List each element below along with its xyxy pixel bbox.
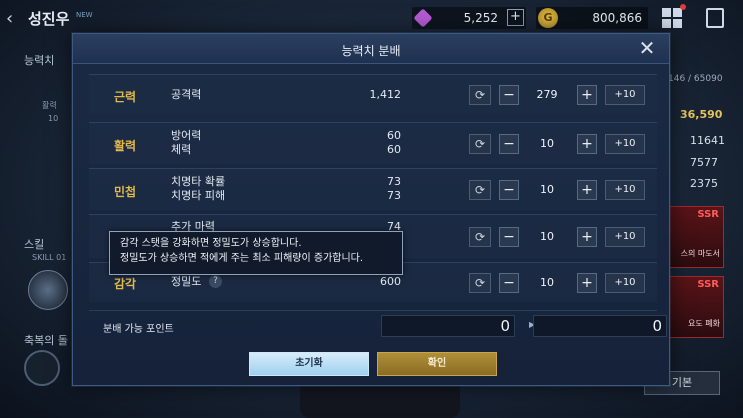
vitality-small-value: 10 [48,114,59,123]
notification-badge [680,4,686,10]
plus-ten-button[interactable]: +10 [605,85,645,105]
stat-name-list: 치명타 확률 치명타 피해 [171,175,225,203]
reset-stat-icon[interactable]: ⟳ [469,227,491,247]
skill-slot-label: SKILL 01 [32,253,67,262]
stat-row-strength: 근력 공격력 1,412 ⟳ − 279 + +10 [89,74,657,114]
plus-ten-button[interactable]: +10 [605,273,645,293]
decrease-button[interactable]: − [499,180,519,200]
skill-section-label: 스킬 [24,238,45,251]
stat-value: 73 [387,175,401,188]
stat-name: 공격력 [171,88,202,101]
increase-button[interactable]: + [577,273,597,293]
plus-ten-button[interactable]: +10 [605,227,645,247]
decrease-button[interactable]: − [499,134,519,154]
increase-button[interactable]: + [577,180,597,200]
character-tag: NEW [76,11,93,19]
stats-panel: 근력 공격력 1,412 ⟳ − 279 + +10 활력 방어력 체력 60 … [89,74,657,336]
decrease-button[interactable]: − [499,85,519,105]
blessing-stone-label: 축복의 돌 [24,334,68,347]
stat-value: 73 [387,189,401,202]
plus-ten-button[interactable]: +10 [605,180,645,200]
increase-button[interactable]: + [577,85,597,105]
available-points-row: 분배 가능 포인트 0 ▶ 0 [89,310,667,340]
stat-row-agility: 민첩 치명타 확률 치명타 피해 73 73 ⟳ − 10 + +10 [89,168,657,210]
top-bar: ‹ 성진우 NEW 5,252 + 800,866 G [0,0,743,36]
gold-coin-icon: G [538,8,558,28]
stat-category-label: 민첩 [113,185,137,199]
equipment-name: 스의 마도서 [680,249,720,258]
equipment-card-2[interactable]: SSR 요도 폐화 [668,276,724,338]
stat-value: 60 [387,129,401,142]
reset-stat-icon[interactable]: ⟳ [469,85,491,105]
right-stat-1: 11641 [690,134,725,147]
reset-stat-icon[interactable]: ⟳ [469,134,491,154]
stat-value-list: 60 60 [361,129,401,157]
vitality-small-label: 활력 [42,101,57,110]
allocated-points: 10 [540,183,554,196]
ssr-rank-label: SSR [697,209,719,220]
stat-name: 치명타 확률 [171,175,226,188]
sense-help-tooltip: 감각 스탯을 강화하면 정밀도가 상승합니다. 정밀도가 상승하면 적에게 주는… [109,231,403,275]
stats-section-label: 능력치 [24,54,55,67]
allocated-points: 279 [536,88,558,101]
stat-value: 60 [387,143,401,156]
stat-name: 방어력 [171,129,202,142]
character-name: 성진우 [28,10,70,28]
stat-category-label: 감각 [113,277,137,291]
stat-value-list: 73 73 [361,175,401,203]
increase-button[interactable]: + [577,227,597,247]
stat-name: 정밀도 [171,275,202,288]
available-points-current: 0 [381,315,515,337]
skill-icon[interactable] [28,270,68,310]
right-stat-3: 2375 [690,177,718,190]
back-arrow-icon[interactable]: ‹ [6,8,13,29]
gold-amount: 800,866 [592,11,642,25]
plus-ten-button[interactable]: +10 [605,134,645,154]
reset-all-button[interactable]: 초기화 [249,352,369,376]
menu-grid-icon[interactable] [662,8,682,28]
stat-name: 치명타 피해 [171,189,226,202]
stat-value: 600 [380,275,401,288]
exp-ratio: 146 / 65090 [668,74,723,84]
allocated-points: 10 [540,230,554,243]
tooltip-line-2: 정밀도가 상승하면 적에게 주는 최소 피해량이 증가합니다. [120,253,364,264]
equipment-name: 요도 폐화 [688,319,720,328]
gem-amount: 5,252 [463,11,498,25]
reset-stat-icon[interactable]: ⟳ [469,273,491,293]
power-value: 36,590 [680,108,723,121]
stat-distribution-dialog: 능력치 분배 ✕ 근력 공격력 1,412 ⟳ − 279 + +10 활력 방… [72,33,670,386]
blessing-stone-icon[interactable] [24,350,60,386]
stat-category-label: 근력 [113,90,137,104]
reset-stat-icon[interactable]: ⟳ [469,180,491,200]
stat-row-vitality: 활력 방어력 체력 60 60 ⟳ − 10 + +10 [89,122,657,164]
ssr-rank-label: SSR [697,279,719,290]
available-points-label: 분배 가능 포인트 [103,324,174,335]
right-stat-2: 7577 [690,156,718,169]
available-points-after: 0 [533,315,667,337]
allocated-points: 10 [540,276,554,289]
decrease-button[interactable]: − [499,227,519,247]
add-gems-button[interactable]: + [507,9,524,26]
help-icon[interactable]: ? [209,275,222,288]
stat-category-label: 활력 [113,139,137,153]
dialog-title: 능력치 분배 [341,44,401,58]
stat-name: 체력 [171,143,192,156]
exit-door-icon[interactable] [706,8,724,28]
tooltip-line-1: 감각 스탯을 강화하면 정밀도가 상승합니다. [120,238,302,249]
close-icon[interactable]: ✕ [637,38,657,59]
stat-name-list: 방어력 체력 [171,129,201,157]
increase-button[interactable]: + [577,134,597,154]
equipment-card-1[interactable]: SSR 스의 마도서 [668,206,724,268]
confirm-button[interactable]: 확인 [377,352,497,376]
decrease-button[interactable]: − [499,273,519,293]
allocated-points: 10 [540,137,554,150]
stat-value: 1,412 [369,88,402,101]
dialog-header: 능력치 분배 ✕ [73,34,669,64]
